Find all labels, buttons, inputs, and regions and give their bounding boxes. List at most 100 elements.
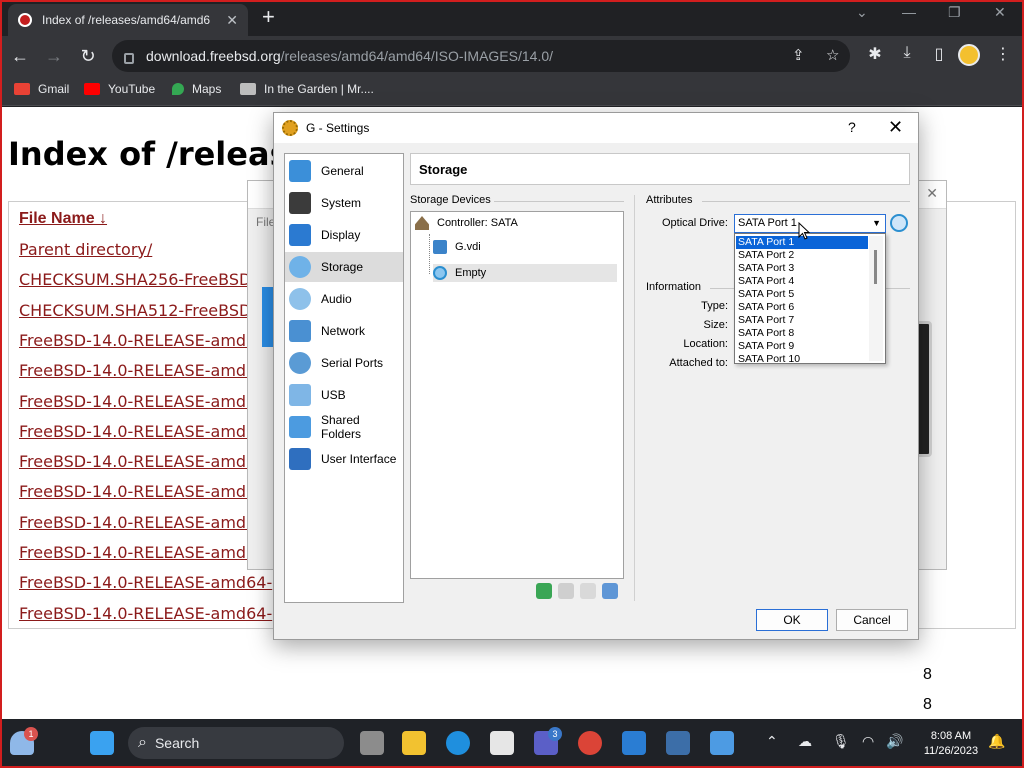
chrome-icon[interactable] [578, 731, 602, 755]
bookmark-gmail[interactable]: Gmail [14, 82, 69, 96]
bookmark-star-icon[interactable]: ☆ [826, 46, 839, 64]
minimize-icon[interactable]: — [902, 4, 916, 20]
dropdown-option[interactable]: SATA Port 2 [736, 249, 868, 262]
photos-icon[interactable] [710, 731, 734, 755]
dialog-titlebar: G - Settings ? ✕ [274, 113, 918, 143]
dropdown-option[interactable]: SATA Port 3 [736, 262, 868, 275]
share-icon[interactable]: ⇪ [792, 46, 805, 64]
bookmark-maps[interactable]: Maps [172, 82, 221, 96]
file-name-column-header[interactable]: File Name ↓ [19, 210, 107, 228]
sidebar-item-user-interface[interactable]: User Interface [285, 444, 403, 474]
close-tab-icon[interactable]: ✕ [226, 12, 238, 29]
file-link[interactable]: FreeBSD-14.0-RELEASE-amd6 [19, 361, 256, 380]
file-link[interactable]: FreeBSD-14.0-RELEASE-amd6 [19, 452, 256, 471]
menu-icon[interactable]: ⋮ [992, 44, 1014, 64]
file-link[interactable]: CHECKSUM.SHA256-FreeBSD- [19, 270, 257, 289]
taskbar-search[interactable]: ⌕ Search [128, 727, 344, 759]
download-icon[interactable]: ⤓ [896, 44, 918, 62]
store-icon[interactable] [490, 731, 514, 755]
microphone-icon[interactable]: 🎙 [832, 733, 850, 750]
remove-attachment-icon[interactable] [580, 583, 596, 599]
scrollbar-thumb[interactable] [874, 250, 877, 284]
onedrive-icon[interactable]: ☁ [798, 733, 812, 750]
settings-sidebar: General System Display Storage Audio Net… [284, 153, 404, 603]
notification-bell-icon[interactable]: 🔔 [988, 733, 1005, 750]
dropdown-option[interactable]: SATA Port 4 [736, 275, 868, 288]
sidebar-item-audio[interactable]: Audio [285, 284, 403, 314]
file-link[interactable]: FreeBSD-14.0-RELEASE-amd6 [19, 422, 256, 441]
choose-disc-icon[interactable] [890, 214, 908, 232]
weather-badge: 1 [24, 727, 38, 741]
optical-drive-select[interactable]: SATA Port 1 ▼ [734, 214, 886, 233]
virtualbox-icon[interactable] [666, 731, 690, 755]
freebsd-favicon [18, 13, 32, 27]
edge-icon[interactable] [446, 731, 470, 755]
dropdown-option[interactable]: SATA Port 5 [736, 288, 868, 301]
close-window-icon[interactable]: ✕ [994, 4, 1006, 21]
reload-icon[interactable]: ↻ [76, 44, 100, 68]
restore-icon[interactable]: ❐ [948, 4, 961, 21]
bookmark-youtube[interactable]: YouTube [84, 82, 155, 96]
dropdown-option[interactable]: SATA Port 7 [736, 314, 868, 327]
start-button-icon[interactable] [90, 731, 114, 755]
teams-badge: 3 [548, 727, 562, 741]
dropdown-scrollbar[interactable] [869, 236, 883, 361]
back-icon[interactable]: ← [8, 44, 32, 68]
file-link[interactable]: FreeBSD-14.0-RELEASE-amd6 [19, 513, 256, 532]
file-link[interactable]: FreeBSD-14.0-RELEASE-amd6 [19, 543, 256, 562]
file-link[interactable]: FreeBSD-14.0-RELEASE-amd6 [19, 331, 256, 350]
file-link[interactable]: FreeBSD-14.0-RELEASE-amd6 [19, 392, 256, 411]
tab-search-icon[interactable]: ⌄ [856, 4, 868, 21]
volume-icon[interactable]: 🔊 [886, 733, 903, 750]
tree-item-gvdi[interactable]: G.vdi [433, 240, 617, 254]
add-attachment-icon[interactable] [558, 583, 574, 599]
monitor-icon [289, 160, 311, 182]
dialog-close-button[interactable]: ✕ [888, 117, 903, 138]
taskbar-clock[interactable]: 8:08 AM 11/26/2023 [918, 729, 984, 759]
controller-sata[interactable]: Controller: SATA [415, 216, 518, 230]
sidebar-item-storage[interactable]: Storage [285, 252, 403, 282]
tree-item-empty[interactable]: Empty [433, 264, 617, 282]
side-panel-icon[interactable]: ▯ [928, 44, 950, 64]
file-link[interactable]: FreeBSD-14.0-RELEASE-amd6 [19, 482, 256, 501]
search-icon: ⌕ [138, 734, 147, 751]
remove-controller-icon[interactable] [602, 583, 618, 599]
add-controller-icon[interactable] [536, 583, 552, 599]
sidebar-item-serial-ports[interactable]: Serial Ports [285, 348, 403, 378]
sidebar-item-general[interactable]: General [285, 156, 403, 186]
mail-icon[interactable] [622, 731, 646, 755]
wifi-icon[interactable]: ◠ [862, 733, 874, 750]
file-explorer-icon[interactable] [402, 731, 426, 755]
file-link[interactable]: CHECKSUM.SHA512-FreeBSD- [19, 301, 257, 320]
dropdown-option[interactable]: SATA Port 8 [736, 327, 868, 340]
dropdown-option[interactable]: SATA Port 6 [736, 301, 868, 314]
sidebar-item-shared-folders[interactable]: Shared Folders [285, 412, 403, 442]
storage-tree: Controller: SATA G.vdi Empty [410, 211, 624, 579]
hard-disk-icon [433, 240, 447, 254]
file-size-cell: 8 [923, 666, 932, 683]
task-view-icon[interactable] [360, 731, 384, 755]
dropdown-option[interactable]: SATA Port 9 [736, 340, 868, 353]
address-bar[interactable]: download.freebsd.org/releases/amd64/amd6… [112, 40, 850, 72]
sidebar-item-usb[interactable]: USB [285, 380, 403, 410]
extensions-icon[interactable]: ✱ [864, 44, 886, 64]
file-link[interactable]: FreeBSD-14.0-RELEASE-amd64- [19, 604, 272, 623]
cancel-button[interactable]: Cancel [836, 609, 908, 631]
ok-button[interactable]: OK [756, 609, 828, 631]
sidebar-item-system[interactable]: System [285, 188, 403, 218]
pane-divider [634, 195, 635, 601]
help-button[interactable]: ? [848, 119, 856, 135]
sidebar-item-display[interactable]: Display [285, 220, 403, 250]
bookmark-in-the-garden[interactable]: In the Garden | Mr.... [240, 82, 374, 96]
parent-directory-link[interactable]: Parent directory/ [19, 240, 152, 259]
profile-avatar[interactable] [958, 44, 980, 66]
browser-tab[interactable]: Index of /releases/amd64/amd6 ✕ [8, 4, 248, 36]
forward-icon[interactable]: → [42, 44, 66, 68]
manager-close-icon[interactable]: ✕ [926, 185, 938, 202]
dropdown-option[interactable]: SATA Port 10 [736, 353, 868, 366]
new-tab-button[interactable]: + [262, 6, 275, 28]
lock-icon[interactable] [124, 52, 134, 64]
show-hidden-icons-icon[interactable]: ⌃ [766, 733, 778, 750]
sidebar-item-network[interactable]: Network [285, 316, 403, 346]
file-link[interactable]: FreeBSD-14.0-RELEASE-amd64- [19, 573, 272, 592]
